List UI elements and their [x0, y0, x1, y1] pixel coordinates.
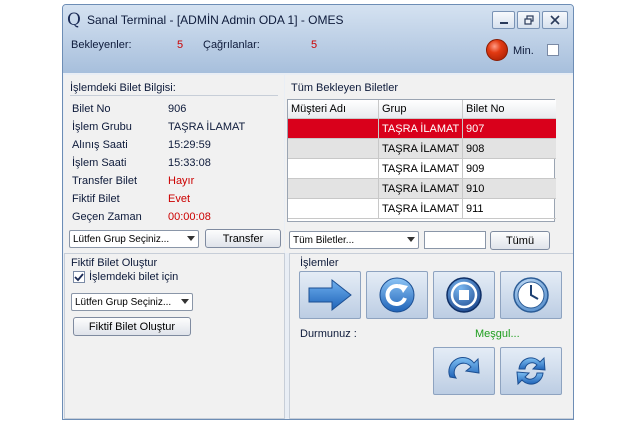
sync-button[interactable]: [500, 347, 562, 395]
chevron-down-icon: [407, 237, 415, 242]
table-row[interactable]: TAŞRA İLAMAT 908: [288, 139, 556, 159]
minimize-button[interactable]: [492, 11, 515, 29]
status-led-icon: [486, 39, 508, 61]
in-process-ticket-label: İşlemdeki bilet için: [89, 271, 179, 283]
ticket-info-value: Hayır: [168, 175, 195, 187]
pause-clock-button[interactable]: [500, 271, 562, 319]
transfer-button[interactable]: Transfer: [205, 229, 281, 248]
table-cell-group: TAŞRA İLAMAT: [379, 139, 463, 158]
min-label: Min.: [513, 45, 534, 57]
table-row[interactable]: TAŞRA İLAMAT 909: [288, 159, 556, 179]
restore-icon: [523, 15, 534, 25]
checkmark-icon: [74, 273, 84, 282]
grid-header-row: Müşteri Adı Grup Bilet No: [288, 100, 556, 119]
group-select-combo[interactable]: Lütfen Grup Seçiniz...: [69, 230, 199, 248]
ticket-search-input[interactable]: [424, 231, 486, 249]
operations-title: İşlemler: [300, 257, 339, 269]
table-cell-customer: [288, 199, 379, 218]
ticket-info-divider: [70, 95, 278, 96]
ticket-info-label: Geçen Zaman: [72, 211, 142, 223]
ticket-info-value: 15:29:59: [168, 139, 211, 151]
table-row[interactable]: TAŞRA İLAMAT 911: [288, 199, 556, 219]
ticket-info-title: İşlemdeki Bilet Bilgisi:: [70, 82, 176, 94]
window-controls: [492, 11, 568, 29]
redo-icon: [448, 357, 480, 379]
table-cell-group: TAŞRA İLAMAT: [379, 119, 463, 138]
fictive-ticket-title: Fiktif Bilet Oluştur: [71, 257, 158, 269]
ticket-info-value: TAŞRA İLAMAT: [168, 121, 246, 133]
ticket-info-value: Evet: [168, 193, 191, 205]
chevron-down-icon: [181, 299, 189, 304]
sync-icon: [516, 356, 546, 386]
table-cell-group: TAŞRA İLAMAT: [379, 199, 463, 218]
waiting-tickets-title: Tüm Bekleyen Biletler: [291, 82, 398, 94]
column-header-ticket[interactable]: Bilet No: [463, 100, 556, 118]
ticket-info-label: Bilet No: [72, 103, 111, 115]
ticket-filter-value: Tüm Biletler...: [293, 234, 355, 246]
stop-button[interactable]: [433, 271, 495, 319]
recall-ticket-button[interactable]: [366, 271, 428, 319]
ticket-info-value: 00:00:08: [168, 211, 211, 223]
redo-button[interactable]: [433, 347, 495, 395]
minimize-icon: [499, 22, 508, 24]
chevron-down-icon: [187, 236, 195, 241]
waiting-tickets-grid: Müşteri Adı Grup Bilet No TAŞRA İLAMAT 90…: [287, 99, 556, 222]
ticket-info-value: 906: [168, 103, 187, 115]
group-select-value: Lütfen Grup Seçiniz...: [73, 233, 170, 245]
table-cell-ticket: 909: [466, 162, 485, 175]
table-cell-ticket: 910: [466, 182, 485, 195]
title-bar: Q Sanal Terminal - [ADMİN Admin ODA 1] -…: [63, 5, 573, 73]
table-cell-group: TAŞRA İLAMAT: [379, 179, 463, 198]
called-count-value: 5: [311, 39, 318, 51]
table-cell-group: TAŞRA İLAMAT: [379, 159, 463, 178]
ticket-info-label: Alınış Saati: [72, 139, 128, 151]
sanal-terminal-window: Q Sanal Terminal - [ADMİN Admin ODA 1] -…: [62, 4, 574, 420]
create-fictive-ticket-button[interactable]: Fiktif Bilet Oluştur: [73, 317, 191, 336]
table-cell-customer: [288, 159, 379, 178]
ticket-info-label: Fiktif Bilet: [72, 193, 120, 205]
fictive-group-value: Lütfen Grup Seçiniz...: [75, 296, 172, 308]
fictive-group-combo[interactable]: Lütfen Grup Seçiniz...: [71, 293, 193, 311]
status-label: Durmunuz :: [300, 328, 357, 340]
refresh-icon: [379, 277, 415, 313]
fictive-ticket-panel: Fiktif Bilet Oluştur İşlemdeki bilet içi…: [64, 253, 285, 419]
all-tickets-button[interactable]: Tümü: [490, 231, 550, 250]
ticket-info-panel: İşlemdeki Bilet Bilgisi: Bilet No 906 İşle…: [64, 75, 284, 253]
ticket-info-label: İşlem Grubu: [72, 121, 132, 133]
window-title: Sanal Terminal - [ADMİN Admin ODA 1] - O…: [87, 13, 344, 27]
column-header-customer[interactable]: Müşteri Adı: [288, 100, 379, 118]
next-arrow-icon: [308, 278, 352, 312]
column-header-group[interactable]: Grup: [379, 100, 463, 118]
operations-panel: İşlemler Durmunuz: Meşgul...: [289, 253, 573, 419]
min-checkbox[interactable]: [547, 44, 559, 56]
table-cell-ticket: 908: [466, 142, 485, 155]
table-cell-ticket: 911: [466, 202, 484, 215]
restore-button[interactable]: [517, 11, 540, 29]
table-cell-ticket: 907: [466, 122, 485, 135]
ticket-info-value: 15:33:08: [168, 157, 211, 169]
table-row[interactable]: TAŞRA İLAMAT 910: [288, 179, 556, 199]
ticket-filter-combo[interactable]: Tüm Biletler...: [289, 231, 419, 249]
table-cell-customer: [288, 139, 379, 158]
close-button[interactable]: [542, 11, 568, 29]
next-ticket-button[interactable]: [299, 271, 361, 319]
ticket-info-label: Transfer Bilet: [72, 175, 138, 187]
called-count-label: Çağrılanlar:: [203, 39, 260, 51]
waiting-count-value: 5: [177, 39, 184, 51]
table-cell-customer: [288, 119, 379, 138]
table-cell-customer: [288, 179, 379, 198]
ticket-info-label: İşlem Saati: [72, 157, 127, 169]
clock-icon: [513, 277, 549, 313]
in-process-ticket-checkbox[interactable]: [73, 271, 85, 283]
table-row[interactable]: TAŞRA İLAMAT 907: [288, 119, 556, 139]
waiting-count-label: Bekleyenler:: [71, 39, 132, 51]
waiting-tickets-panel: Tüm Bekleyen Biletler Müşteri Adı Grup B…: [285, 75, 573, 253]
status-value: Meşgul...: [475, 328, 520, 340]
close-icon: [550, 15, 560, 25]
stop-icon: [446, 277, 482, 313]
app-q-icon: Q: [67, 10, 81, 30]
